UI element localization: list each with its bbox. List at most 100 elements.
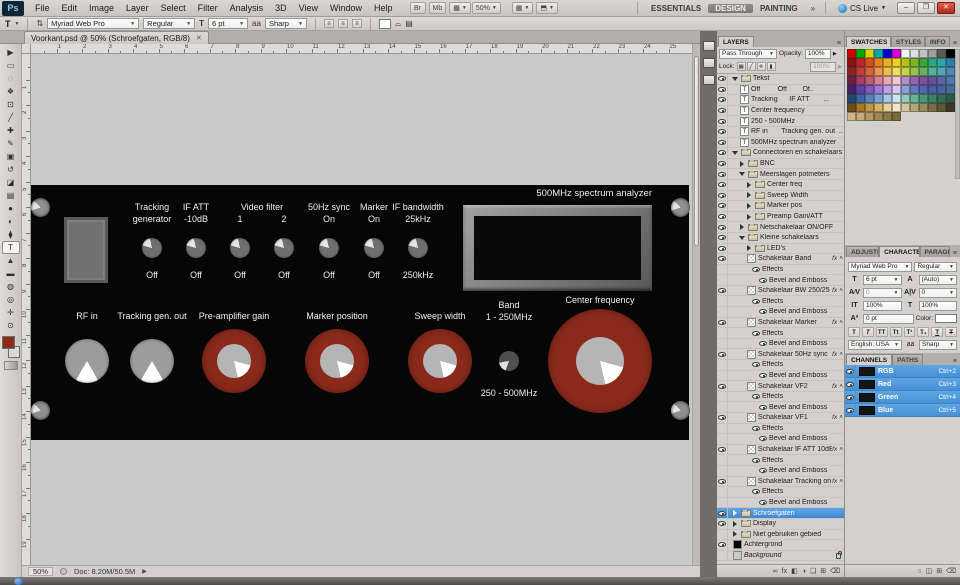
workspace-painting[interactable]: PAINTING [753, 4, 805, 13]
start-orb-icon[interactable] [14, 578, 23, 585]
minimize-button[interactable]: – [897, 2, 915, 14]
mini-bridge-icon[interactable]: Mb [429, 2, 447, 14]
eye-icon[interactable] [752, 426, 760, 431]
layer-row[interactable]: Schakelaar Markerfx˄ [717, 318, 844, 329]
visibility-toggle[interactable] [717, 127, 728, 137]
layer-effects-row[interactable]: Bevel and Emboss [717, 434, 844, 445]
fx-collapse-icon[interactable]: ˄ [839, 287, 843, 294]
swatch-83[interactable] [946, 103, 955, 112]
close-button[interactable]: ✕ [937, 2, 955, 14]
align-center-icon[interactable]: ≡ [338, 19, 348, 28]
swatch-4[interactable] [883, 49, 892, 58]
disclosure-triangle-icon[interactable] [739, 172, 745, 176]
swatch-80[interactable] [919, 103, 928, 112]
swatch-59[interactable] [946, 85, 955, 94]
anti-alias-select[interactable]: Sharp▼ [265, 18, 307, 29]
swatch-70[interactable] [937, 94, 946, 103]
swatch-52[interactable] [883, 85, 892, 94]
visibility-toggle[interactable] [717, 169, 728, 179]
tab-character[interactable]: CHARACTER [879, 246, 919, 257]
disclosure-triangle-icon[interactable] [733, 521, 737, 527]
blur-tool-icon[interactable]: ● [2, 202, 20, 215]
visibility-toggle[interactable] [717, 148, 728, 158]
layer-group-row[interactable]: Sweep Width [717, 191, 844, 202]
text-style-button-2[interactable]: TT [876, 327, 888, 337]
swatch-42[interactable] [901, 76, 910, 85]
visibility-toggle[interactable] [717, 233, 728, 243]
visibility-toggle[interactable] [717, 402, 728, 412]
swatch-69[interactable] [928, 94, 937, 103]
char-color-swatch[interactable] [935, 314, 957, 323]
tab-info[interactable]: INFO [925, 36, 950, 47]
font-style-select[interactable]: Regular▼ [143, 18, 195, 29]
swatch-86[interactable] [865, 112, 874, 121]
disclosure-triangle-icon[interactable] [739, 236, 745, 240]
menu-file[interactable]: File [29, 1, 56, 16]
gradient-tool-icon[interactable]: ▤ [2, 189, 20, 202]
save-selection-icon[interactable]: ◫ [926, 567, 933, 575]
visibility-toggle[interactable] [717, 180, 728, 190]
swatch-21[interactable] [928, 58, 937, 67]
swatch-12[interactable] [847, 58, 856, 67]
layer-effects-row[interactable]: Bevel and Emboss [717, 371, 844, 382]
visibility-toggle[interactable] [717, 487, 728, 497]
swatch-20[interactable] [919, 58, 928, 67]
layer-effects-row[interactable]: Effects [717, 296, 844, 307]
new-group-icon[interactable]: ❏ [810, 567, 816, 575]
tool-preset-icon[interactable]: T [5, 19, 11, 29]
visibility-toggle[interactable] [717, 212, 728, 222]
text-style-button-7[interactable]: T [945, 327, 957, 337]
disclosure-triangle-icon[interactable] [740, 161, 744, 167]
document-canvas[interactable]: 500MHz spectrum analyzer Video filterTra… [31, 54, 692, 565]
fx-collapse-icon[interactable]: ˄ [839, 478, 843, 485]
swatch-81[interactable] [928, 103, 937, 112]
visibility-toggle[interactable] [717, 455, 728, 465]
swatches-scrollbar[interactable] [955, 49, 960, 179]
swatch-34[interactable] [937, 67, 946, 76]
char-kerning-select[interactable]: 0▼ [863, 288, 902, 298]
swatch-16[interactable] [883, 58, 892, 67]
workspace-design[interactable]: DESIGN [708, 4, 753, 13]
swatch-2[interactable] [865, 49, 874, 58]
disclosure-triangle-icon[interactable] [747, 245, 751, 251]
fx-collapse-icon[interactable]: ˄ [839, 446, 843, 453]
zoom-tool-icon[interactable]: ⊙ [2, 319, 20, 332]
move-tool-icon[interactable]: ▶ [2, 46, 20, 59]
swatch-62[interactable] [865, 94, 874, 103]
tab-adjustm[interactable]: ADJUSTM [846, 246, 879, 257]
swatch-41[interactable] [892, 76, 901, 85]
tab-paragr[interactable]: PARAGR [920, 246, 950, 257]
char-tracking-select[interactable]: 0▼ [919, 288, 958, 298]
visibility-toggle[interactable] [717, 138, 728, 148]
visibility-toggle[interactable] [717, 106, 728, 116]
eye-icon[interactable] [752, 267, 760, 272]
layer-group-row[interactable]: Netschakelaar ON/OFF [717, 222, 844, 233]
channel-row-green[interactable]: GreenCtrl+4 [845, 391, 960, 404]
layer-effects-row[interactable]: Effects [717, 328, 844, 339]
layer-group-row[interactable]: Display [717, 519, 844, 530]
layer-group-row[interactable]: BNC [717, 159, 844, 170]
quick-selection-tool-icon[interactable]: ❖ [2, 85, 20, 98]
text-style-button-5[interactable]: T₁ [917, 327, 929, 337]
launch-bridge-icon[interactable]: Br [410, 2, 426, 14]
swatch-9[interactable] [928, 49, 937, 58]
visibility-toggle[interactable] [717, 296, 728, 306]
visibility-toggle[interactable] [717, 551, 728, 561]
layer-group-row[interactable]: Kleine schakelaars [717, 233, 844, 244]
swatch-43[interactable] [910, 76, 919, 85]
visibility-toggle[interactable] [717, 286, 728, 296]
arrange-documents-icon[interactable]: ▦▼ [512, 2, 534, 14]
layer-row[interactable]: Schakelaar 50Hz syncfx˄ [717, 349, 844, 360]
disclosure-triangle-icon[interactable] [732, 151, 738, 155]
visibility-toggle[interactable] [717, 85, 728, 95]
workspace-essentials[interactable]: ESSENTIALS [644, 4, 708, 13]
layer-group-row[interactable]: Schroefgaten [717, 508, 844, 519]
opacity-field[interactable]: 100% [805, 49, 831, 59]
panel-menu-icon[interactable]: ≡ [834, 40, 844, 47]
menu-view[interactable]: View [293, 1, 324, 16]
swatch-26[interactable] [865, 67, 874, 76]
menu-help[interactable]: Help [368, 1, 399, 16]
layer-effects-row[interactable]: Bevel and Emboss [717, 275, 844, 286]
swatch-45[interactable] [928, 76, 937, 85]
quick-mask-icon[interactable] [4, 361, 18, 370]
